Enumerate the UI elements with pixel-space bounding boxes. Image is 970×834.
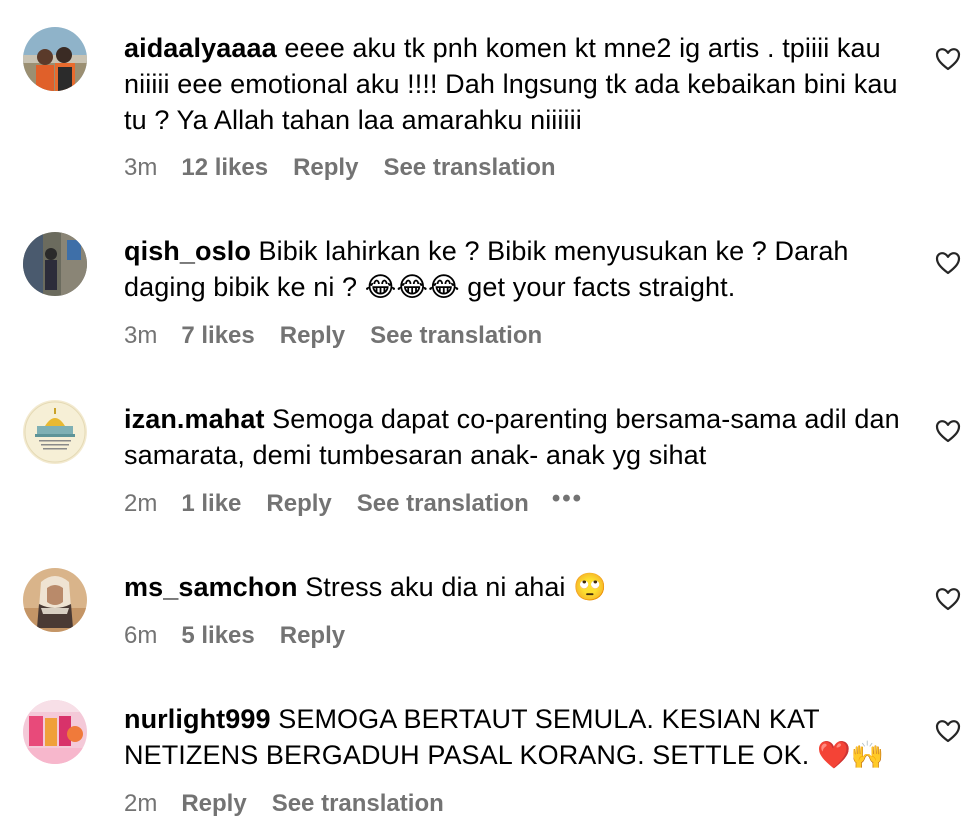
comment-time: 6m	[124, 622, 158, 649]
comment-username[interactable]: ms_samchon	[124, 572, 298, 602]
comment-time: 3m	[124, 154, 158, 181]
comment-likes[interactable]: 5 likes	[181, 622, 254, 650]
comment-body: nurlight999 SEMOGA BERTAUT SEMULA. KESIA…	[124, 701, 914, 773]
comment-likes[interactable]: 1 like	[181, 490, 241, 518]
avatar[interactable]	[23, 700, 87, 764]
comment-username[interactable]: qish_oslo	[124, 236, 251, 266]
reply-button[interactable]: Reply	[293, 154, 358, 182]
comment-time: 2m	[124, 790, 158, 817]
avatar-photo-icon	[23, 568, 87, 632]
avatar[interactable]	[23, 568, 87, 632]
avatar-photo-icon	[23, 700, 87, 764]
avatar-photo-icon	[23, 27, 87, 91]
comment-likes[interactable]: 7 likes	[181, 322, 254, 350]
comment-meta: 3m 12 likes Reply See translation	[124, 150, 581, 186]
avatar-mosque-icon	[23, 400, 87, 464]
comment-text: Stress aku dia ni ahai 🙄	[305, 572, 607, 602]
more-options-icon[interactable]: •••	[552, 485, 583, 513]
reply-button[interactable]: Reply	[266, 490, 331, 518]
comment-body: izan.mahat Semoga dapat co-parenting ber…	[124, 401, 914, 473]
reply-button[interactable]: Reply	[280, 622, 345, 650]
reply-button[interactable]: Reply	[280, 322, 345, 350]
avatar-photo-icon	[23, 232, 87, 296]
heart-outline-icon[interactable]	[935, 47, 961, 71]
avatar[interactable]	[23, 400, 87, 464]
comment-meta: 6m 5 likes Reply	[124, 618, 370, 654]
comment-meta: 3m 7 likes Reply See translation	[124, 318, 567, 354]
see-translation-button[interactable]: See translation	[370, 322, 542, 350]
avatar[interactable]	[23, 232, 87, 296]
comment-username[interactable]: nurlight999	[124, 704, 271, 734]
see-translation-button[interactable]: See translation	[383, 154, 555, 182]
heart-outline-icon[interactable]	[935, 719, 961, 743]
comment-likes[interactable]: 12 likes	[181, 154, 268, 182]
avatar[interactable]	[23, 27, 87, 91]
heart-outline-icon[interactable]	[935, 587, 961, 611]
comment-body: aidaalyaaaa eeee aku tk pnh komen kt mne…	[124, 30, 914, 138]
reply-button[interactable]: Reply	[181, 790, 246, 818]
comment-username[interactable]: izan.mahat	[124, 404, 265, 434]
comment-body: qish_oslo Bibik lahirkan ke ? Bibik meny…	[124, 233, 914, 305]
comment-body: ms_samchon Stress aku dia ni ahai 🙄	[124, 569, 914, 605]
see-translation-button[interactable]: See translation	[357, 490, 529, 518]
heart-outline-icon[interactable]	[935, 419, 961, 443]
see-translation-button[interactable]: See translation	[272, 790, 444, 818]
comment-meta: 2m 1 like Reply See translation •••	[124, 485, 583, 522]
comment-meta: 2m Reply See translation	[124, 786, 469, 822]
comment-time: 3m	[124, 322, 158, 349]
comment-time: 2m	[124, 490, 158, 517]
heart-outline-icon[interactable]	[935, 251, 961, 275]
comment-username[interactable]: aidaalyaaaa	[124, 33, 277, 63]
